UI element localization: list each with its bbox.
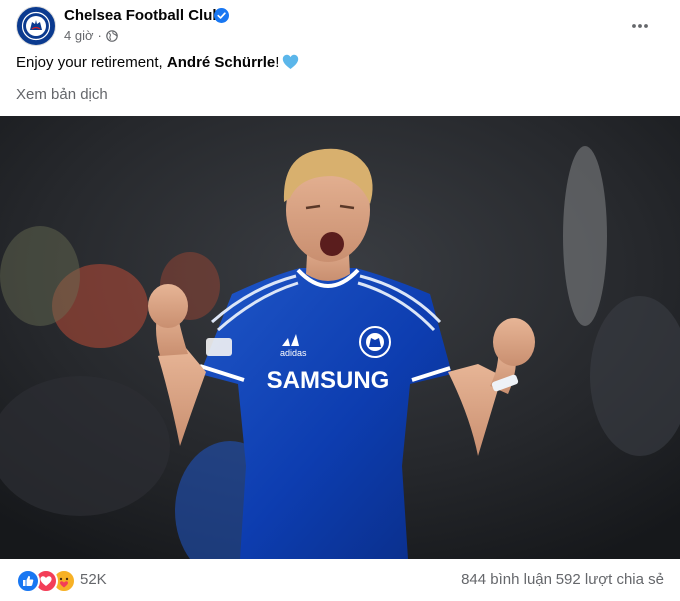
post-meta: 4 giờ ·	[64, 28, 118, 43]
share-count-link[interactable]: 592 lượt chia sẻ	[556, 571, 664, 588]
post-header: Chelsea Football Club 4 giờ ·	[0, 0, 680, 48]
verified-badge-icon	[214, 8, 229, 23]
comment-count-link[interactable]: 844 bình luận	[461, 571, 552, 588]
page-avatar[interactable]	[16, 6, 56, 46]
page-name[interactable]: Chelsea Football Club	[64, 7, 222, 24]
blue-heart-icon	[283, 54, 299, 69]
see-translation-link[interactable]: Xem bản dịch	[16, 86, 108, 103]
post-message-end: !	[275, 54, 280, 71]
facebook-post: Chelsea Football Club 4 giờ · Enjoy your …	[0, 0, 680, 601]
jersey-sponsor-text: SAMSUNG	[267, 367, 390, 394]
like-icon	[16, 569, 40, 593]
post-footer: 52K 844 bình luận 592 lượt chia sẻ	[0, 559, 680, 601]
post-photo[interactable]: adidas SAMSUNG	[0, 116, 680, 559]
meta-separator: ·	[97, 28, 102, 43]
player-photo: adidas SAMSUNG	[0, 116, 680, 559]
post-message: Enjoy your retirement, André Schürrle!	[16, 54, 299, 71]
more-options-icon	[632, 24, 648, 28]
jersey-brand-text: adidas	[280, 348, 307, 358]
mention-link[interactable]: André Schürrle	[167, 54, 275, 71]
globe-icon[interactable]	[106, 30, 118, 42]
post-message-text: Enjoy your retirement,	[16, 54, 167, 71]
reaction-count[interactable]: 52K	[80, 571, 107, 588]
more-options-button[interactable]	[622, 8, 658, 44]
post-time[interactable]: 4 giờ	[64, 28, 94, 43]
chelsea-crest-icon	[18, 8, 54, 44]
